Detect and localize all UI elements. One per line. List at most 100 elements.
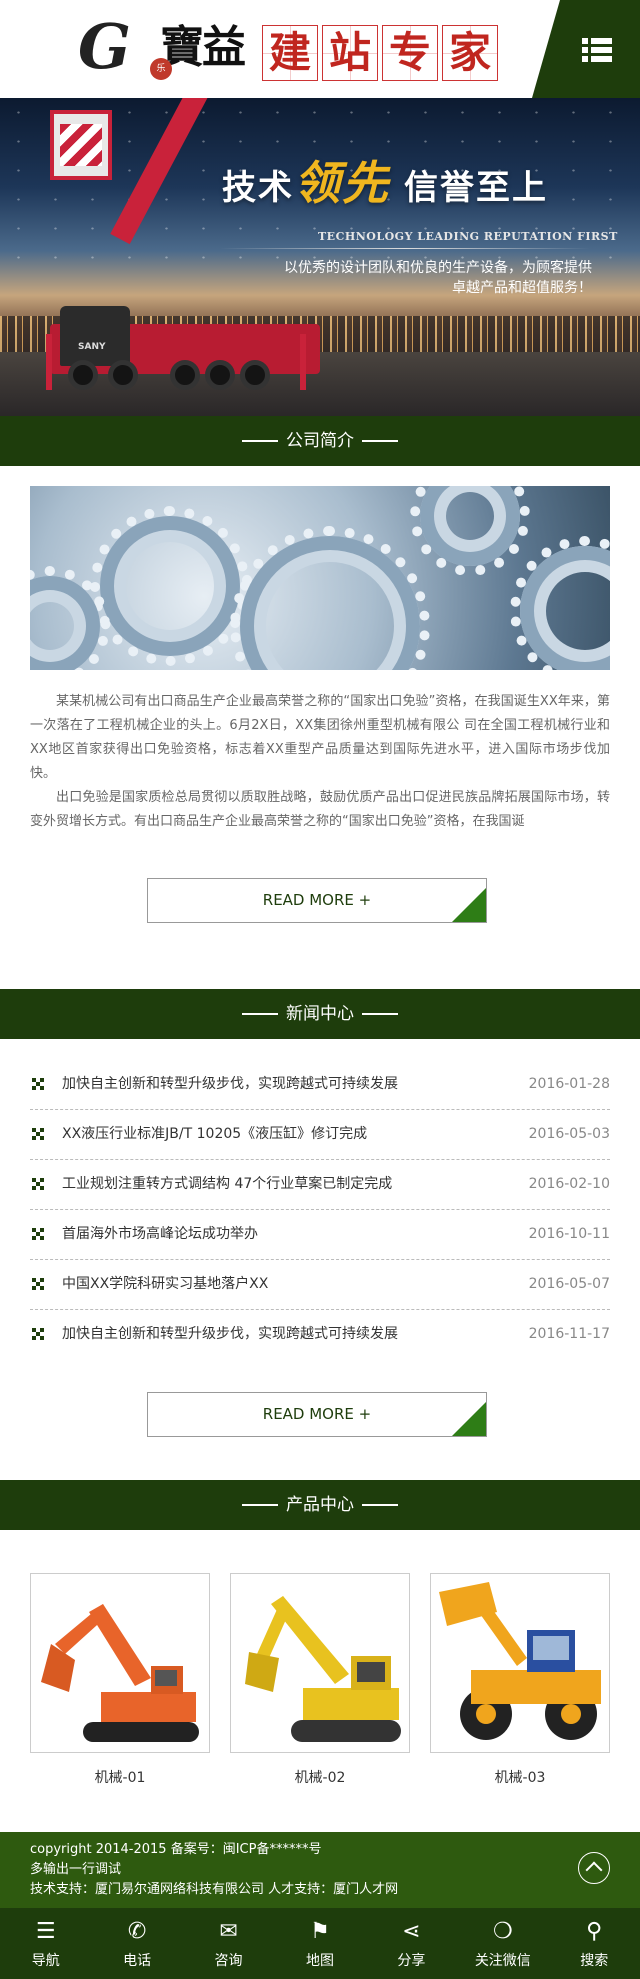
tab-label: 电话 [123,1953,152,1969]
news-date: 2016-02-10 [528,1176,610,1192]
product-image[interactable] [430,1573,610,1753]
crane-head [50,110,112,180]
gear-graphic [410,486,530,576]
bullet-icon [32,1078,44,1090]
map-icon: ⚑ [310,1919,330,1944]
products-heading: 产品中心 [286,1495,354,1515]
news-item[interactable]: 加快自主创新和转型升级步伐，实现跨越式可持续发展 2016-11-17 [30,1310,610,1360]
about-paragraph: 某某机械公司有出口商品生产企业最高荣誉之称的“国家出口免验”资格，在我国诞生XX… [30,694,610,781]
gear-graphic [230,526,430,670]
excavator-icon [41,1604,199,1742]
logo-tagline: 建 站 专 家 [262,25,498,81]
read-more-label: READ MORE + [262,1405,372,1423]
news-title[interactable]: 加快自主创新和转型升级步伐，实现跨越式可持续发展 [62,1323,398,1343]
corner-triangle-icon [452,1402,486,1436]
wheel-loader-icon [439,1582,601,1740]
crane-wheel [240,360,270,390]
footer-support: 技术支持：厦门易尔通网络科技有限公司 人才支持：厦门人才网 [30,1882,399,1897]
news-read-more-button[interactable]: READ MORE + [147,1392,487,1437]
footer-copyright: copyright 2014-2015 备案号：闽ICP备******号 [30,1842,322,1857]
crane-outrigger [46,334,52,390]
news-item[interactable]: 工业规划注重转方式调结构 47个行业草案已制定完成 2016-02-10 [30,1160,610,1210]
product-name[interactable]: 机械-01 [30,1767,210,1787]
logo-brand[interactable]: 寶益 [160,22,246,74]
product-image[interactable] [30,1573,210,1753]
back-to-top-button[interactable] [578,1852,610,1884]
about-heading: 公司简介 [286,431,354,451]
tab-label: 分享 [397,1953,426,1969]
bullet-icon [32,1178,44,1190]
excavator-icon [245,1596,401,1742]
product-card[interactable]: 机械-02 [230,1573,410,1787]
bottom-tab-bar: ☰ 导航 ✆ 电话 ✉ 咨询 ⚑ 地图 ⋖ 分享 ❍ 关注微信 ⚲ 搜索 [0,1908,640,1979]
tagline-char: 家 [442,25,498,81]
product-card[interactable]: 机械-03 [430,1573,610,1787]
product-name[interactable]: 机械-02 [230,1767,410,1787]
site-header: G 寶益 乐 建 站 专 家 [0,0,640,98]
news-date: 2016-01-28 [528,1076,610,1092]
about-section-header: 公司简介 [0,416,640,466]
about-paragraph: 出口免验是国家质检总局贯彻以质取胜战略，鼓励优质产品出口促进民族品牌拓展国际市场… [30,790,610,829]
logo-letter[interactable]: G [78,16,131,78]
crane-cab [60,306,130,366]
news-title[interactable]: 中国XX学院科研实习基地落户XX [62,1273,268,1293]
tab-search[interactable]: ⚲ 搜索 [549,1908,640,1979]
product-image[interactable] [230,1573,410,1753]
news-heading: 新闻中心 [286,1004,354,1024]
news-title[interactable]: XX液压行业标准JB/T 10205《液压缸》修订完成 [62,1123,367,1143]
divider-line [362,1013,398,1015]
divider-line [242,1013,278,1015]
read-more-label: READ MORE + [262,891,372,909]
news-title[interactable]: 加快自主创新和转型升级步伐，实现跨越式可持续发展 [62,1073,398,1093]
banner-title-a: 技术 [222,168,294,208]
menu-toggle-button[interactable] [532,0,640,98]
news-date: 2016-10-11 [528,1226,610,1242]
news-item[interactable]: 首届海外市场高峰论坛成功举办 2016-10-11 [30,1210,610,1260]
wechat-icon: ❍ [492,1919,513,1944]
tab-label: 搜索 [580,1953,609,1969]
chat-icon: ✉ [219,1919,238,1944]
products-section-header: 产品中心 [0,1480,640,1530]
bullet-icon [32,1128,44,1140]
news-date: 2016-05-03 [528,1126,610,1142]
product-card[interactable]: 机械-01 [30,1573,210,1787]
crane-wheel [68,360,98,390]
tab-share[interactable]: ⋖ 分享 [366,1908,457,1979]
news-title[interactable]: 首届海外市场高峰论坛成功举办 [62,1223,258,1243]
tab-label: 咨询 [214,1953,243,1969]
news-date: 2016-11-17 [528,1326,610,1342]
news-date: 2016-05-07 [528,1276,610,1292]
tab-wechat[interactable]: ❍ 关注微信 [457,1908,548,1979]
product-name[interactable]: 机械-03 [430,1767,610,1787]
list-menu-icon[interactable] [582,38,612,62]
crane-wheel [205,360,235,390]
news-section-header: 新闻中心 [0,989,640,1039]
banner-desc-line: 以优秀的设计团队和优良的生产设备，为顾客提供 [284,260,592,276]
banner-title: 技术领先 信誉至上 [222,158,548,213]
tab-nav[interactable]: ☰ 导航 [0,1908,91,1979]
crane-wheel [170,360,200,390]
news-item[interactable]: 加快自主创新和转型升级步伐，实现跨越式可持续发展 2016-01-28 [30,1060,610,1110]
tab-consult[interactable]: ✉ 咨询 [183,1908,274,1979]
news-title[interactable]: 工业规划注重转方式调结构 47个行业草案已制定完成 [62,1173,392,1193]
tagline-char: 专 [382,25,438,81]
tab-label: 地图 [305,1953,334,1969]
hero-banner[interactable]: 技术领先信誉至上 TECHNOLOGY LEADING REPUTATION F… [0,98,640,416]
tab-label: 关注微信 [474,1953,531,1969]
about-image [30,486,610,670]
bullet-icon [32,1228,44,1240]
divider-line [242,440,278,442]
tagline-char: 建 [262,25,318,81]
banner-subtitle: TECHNOLOGY LEADING REPUTATION FIRST [318,230,618,243]
tab-label: 导航 [31,1953,60,1969]
divider-line [242,1504,278,1506]
banner-desc-line: 卓越产品和超值服务！ [452,280,592,296]
banner-divider [220,248,590,249]
tab-phone[interactable]: ✆ 电话 [91,1908,182,1979]
tab-map[interactable]: ⚑ 地图 [274,1908,365,1979]
news-item[interactable]: 中国XX学院科研实习基地落户XX 2016-05-07 [30,1260,610,1310]
list-icon: ☰ [35,1919,56,1944]
news-item[interactable]: XX液压行业标准JB/T 10205《液压缸》修订完成 2016-05-03 [30,1110,610,1160]
about-read-more-button[interactable]: READ MORE + [147,878,487,923]
bullet-icon [32,1328,44,1340]
